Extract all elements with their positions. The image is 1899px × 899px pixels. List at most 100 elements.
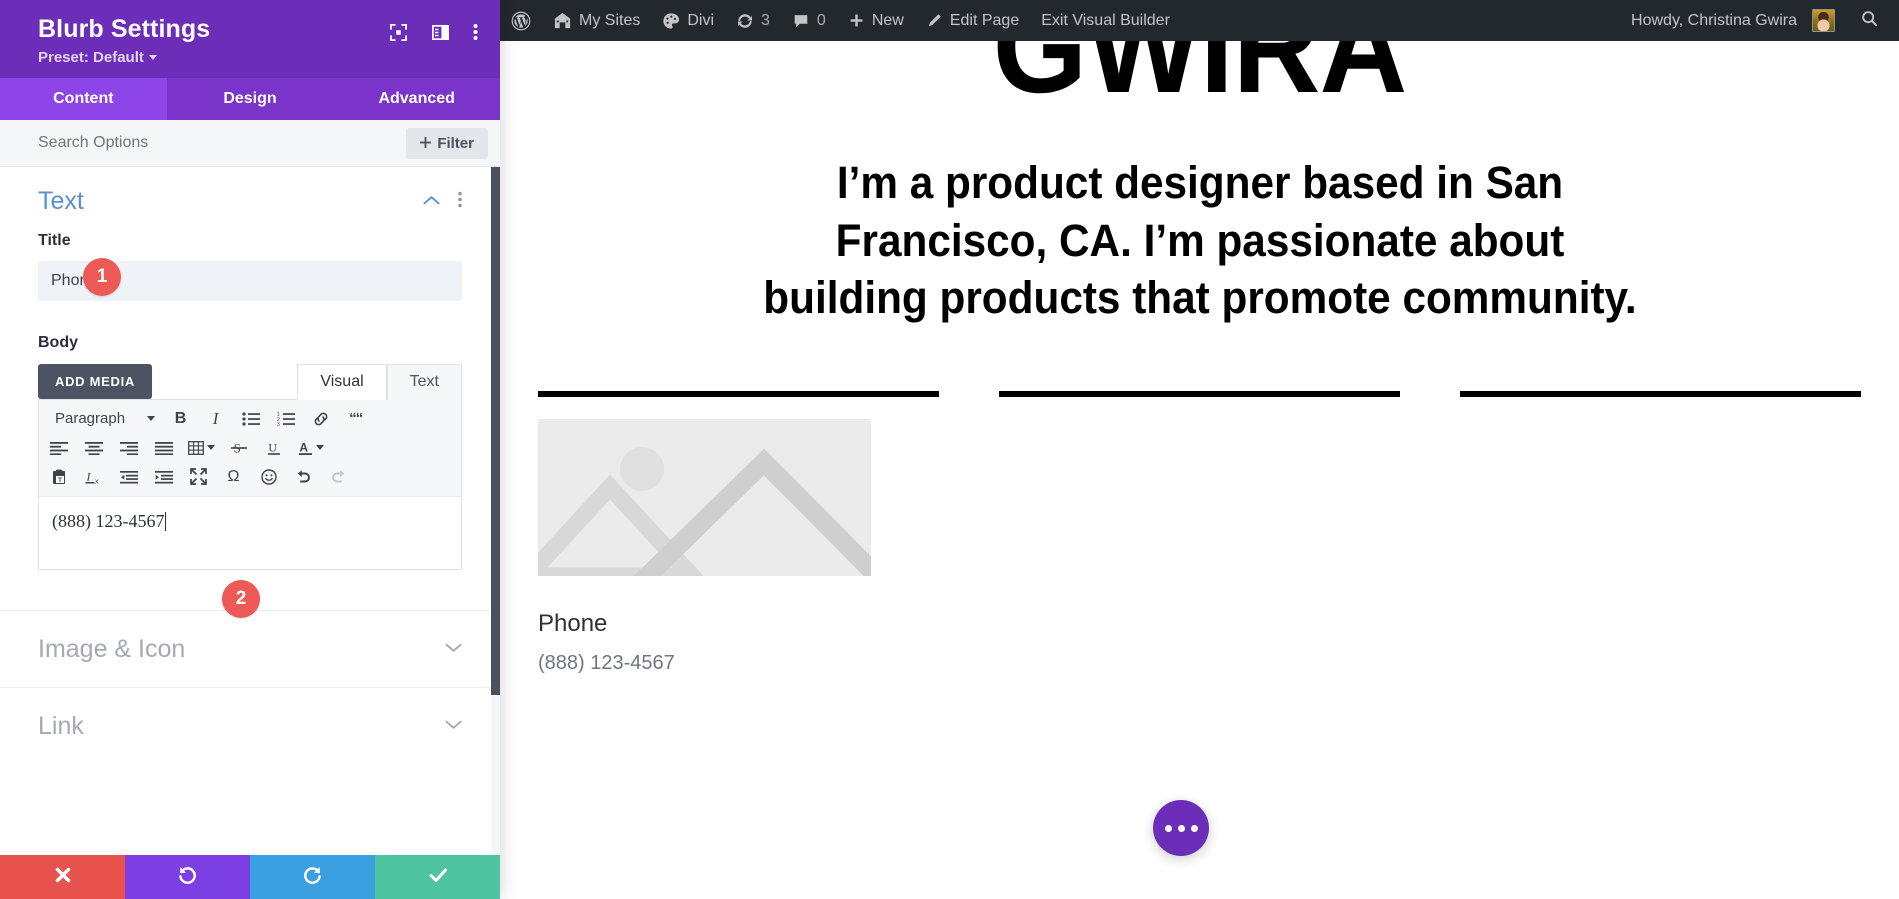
redo-icon[interactable] bbox=[321, 462, 356, 491]
plus-icon bbox=[848, 12, 865, 29]
undo-button[interactable] bbox=[125, 855, 250, 899]
blurb-title: Phone bbox=[538, 609, 608, 637]
text-color-icon[interactable]: A bbox=[291, 433, 331, 462]
align-justify-icon[interactable] bbox=[146, 433, 181, 462]
search-input[interactable] bbox=[38, 134, 407, 152]
divi-palette-icon bbox=[662, 12, 680, 30]
redo-icon bbox=[302, 864, 323, 890]
check-icon bbox=[427, 864, 449, 891]
chevron-down-icon bbox=[316, 445, 324, 450]
strikethrough-icon[interactable]: S bbox=[221, 433, 256, 462]
body-field: Body ADD MEDIA Visual Text Paragraph B I… bbox=[38, 334, 462, 570]
section-image-and-icon[interactable]: Image & Icon bbox=[0, 610, 500, 687]
blurb-body: (888) 123-4567 bbox=[538, 651, 675, 674]
section-text: Text Title Phone Body ADD MEDIA Visual T… bbox=[0, 167, 500, 570]
editor-toolbar: Paragraph B I 1 2 3 ““ S U A T I x Ω bbox=[39, 400, 461, 497]
chevron-down-icon bbox=[148, 55, 157, 60]
divi-main-menu-button[interactable] bbox=[1153, 800, 1209, 856]
blurb-module-phone[interactable]: Phone (888) 123-4567 bbox=[538, 418, 939, 675]
section-text-header[interactable]: Text bbox=[38, 187, 462, 232]
align-center-icon[interactable] bbox=[76, 433, 111, 462]
annotation-badge-1: 1 bbox=[83, 258, 121, 296]
undo-icon[interactable] bbox=[286, 462, 321, 491]
wordpress-logo-icon bbox=[511, 11, 531, 31]
bold-icon[interactable]: B bbox=[163, 404, 198, 433]
save-button[interactable] bbox=[375, 855, 500, 899]
redo-button[interactable] bbox=[250, 855, 375, 899]
tab-design[interactable]: Design bbox=[167, 78, 334, 120]
align-right-icon[interactable] bbox=[111, 433, 146, 462]
numbered-list-icon[interactable]: 1 2 3 bbox=[268, 404, 303, 433]
edit-page-link[interactable]: Edit Page bbox=[915, 0, 1030, 41]
divider-2 bbox=[999, 390, 1400, 397]
svg-text:x: x bbox=[95, 478, 99, 485]
blockquote-icon[interactable]: ““ bbox=[338, 404, 373, 433]
comments-count: 0 bbox=[816, 11, 826, 29]
body-editor: Paragraph B I 1 2 3 ““ S U A T I x Ω (88… bbox=[38, 399, 462, 570]
emoji-icon[interactable] bbox=[251, 462, 286, 491]
admin-search-button[interactable] bbox=[1846, 9, 1891, 33]
fullscreen-icon[interactable] bbox=[181, 462, 216, 491]
image-placeholder-icon[interactable] bbox=[538, 418, 871, 576]
comments-menu[interactable]: 0 bbox=[781, 0, 837, 41]
blurb-row: Phone (888) 123-4567 bbox=[538, 418, 1861, 675]
body-editor-content[interactable]: (888) 123-4567 bbox=[39, 497, 461, 569]
tab-visual[interactable]: Visual bbox=[297, 364, 387, 400]
adminbar-account-area: Howdy, Christina Gwira bbox=[1620, 0, 1899, 41]
undo-icon bbox=[177, 864, 198, 890]
align-left-icon[interactable] bbox=[41, 433, 76, 462]
new-content-menu[interactable]: New bbox=[837, 0, 915, 41]
divi-menu[interactable]: Divi bbox=[651, 0, 725, 41]
close-icon bbox=[53, 865, 73, 890]
section-text-title: Text bbox=[38, 187, 84, 215]
svg-text:A: A bbox=[299, 440, 308, 454]
preset-selector[interactable]: Preset: Default bbox=[38, 49, 389, 66]
my-sites-icon bbox=[553, 11, 572, 30]
howdy-account-menu[interactable]: Howdy, Christina Gwira bbox=[1620, 0, 1846, 41]
panel-footer bbox=[0, 855, 500, 899]
my-sites-menu[interactable]: My Sites bbox=[542, 0, 651, 41]
howdy-label: Howdy, Christina Gwira bbox=[1631, 11, 1797, 29]
exit-visual-builder-link[interactable]: Exit Visual Builder bbox=[1030, 0, 1181, 41]
discard-button[interactable] bbox=[0, 855, 125, 899]
panel-scrollbar-thumb[interactable] bbox=[491, 167, 500, 695]
underline-icon[interactable]: U bbox=[256, 433, 291, 462]
tab-advanced[interactable]: Advanced bbox=[333, 78, 500, 120]
tab-text[interactable]: Text bbox=[386, 364, 462, 400]
pencil-icon bbox=[926, 12, 943, 29]
section-link[interactable]: Link bbox=[0, 687, 500, 764]
blurb-column-3 bbox=[1460, 419, 1861, 675]
bulleted-list-icon[interactable] bbox=[233, 404, 268, 433]
chevron-down-icon bbox=[206, 445, 215, 450]
panel-tabs: Content Design Advanced bbox=[0, 78, 500, 120]
special-character-icon[interactable]: Ω bbox=[216, 462, 251, 491]
body-editor-text: (888) 123-4567 bbox=[52, 511, 165, 531]
chevron-up-icon[interactable] bbox=[423, 193, 440, 211]
updates-menu[interactable]: 3 bbox=[725, 0, 781, 41]
format-select[interactable]: Paragraph bbox=[41, 404, 163, 433]
filter-button[interactable]: Filter bbox=[406, 127, 488, 159]
link-icon[interactable] bbox=[303, 404, 338, 433]
tab-content[interactable]: Content bbox=[0, 78, 167, 120]
panel-title-group: Blurb Settings Preset: Default bbox=[38, 14, 389, 66]
updates-icon bbox=[736, 12, 754, 30]
italic-icon[interactable]: I bbox=[198, 404, 233, 433]
focus-module-icon[interactable] bbox=[389, 23, 408, 42]
annotation-badge-2: 2 bbox=[222, 580, 260, 618]
panel-scrollbar[interactable] bbox=[491, 167, 500, 855]
kebab-menu-icon[interactable] bbox=[473, 22, 478, 42]
clear-formatting-icon[interactable]: I x bbox=[76, 462, 111, 491]
wordpress-logo-menu[interactable] bbox=[500, 0, 542, 41]
chevron-down-icon bbox=[445, 717, 462, 735]
paste-as-text-icon[interactable]: T bbox=[41, 462, 76, 491]
toolbar-row-3: T I x Ω bbox=[41, 462, 459, 491]
kebab-menu-icon[interactable] bbox=[458, 191, 462, 213]
panel-layout-icon[interactable] bbox=[431, 23, 450, 42]
add-media-button[interactable]: ADD MEDIA bbox=[38, 364, 152, 399]
svg-text:U: U bbox=[268, 440, 277, 454]
table-icon[interactable] bbox=[181, 433, 221, 462]
indent-icon[interactable] bbox=[146, 462, 181, 491]
preset-label: Preset: Default bbox=[38, 49, 144, 66]
panel-header: Blurb Settings Preset: Default bbox=[0, 0, 500, 78]
outdent-icon[interactable] bbox=[111, 462, 146, 491]
